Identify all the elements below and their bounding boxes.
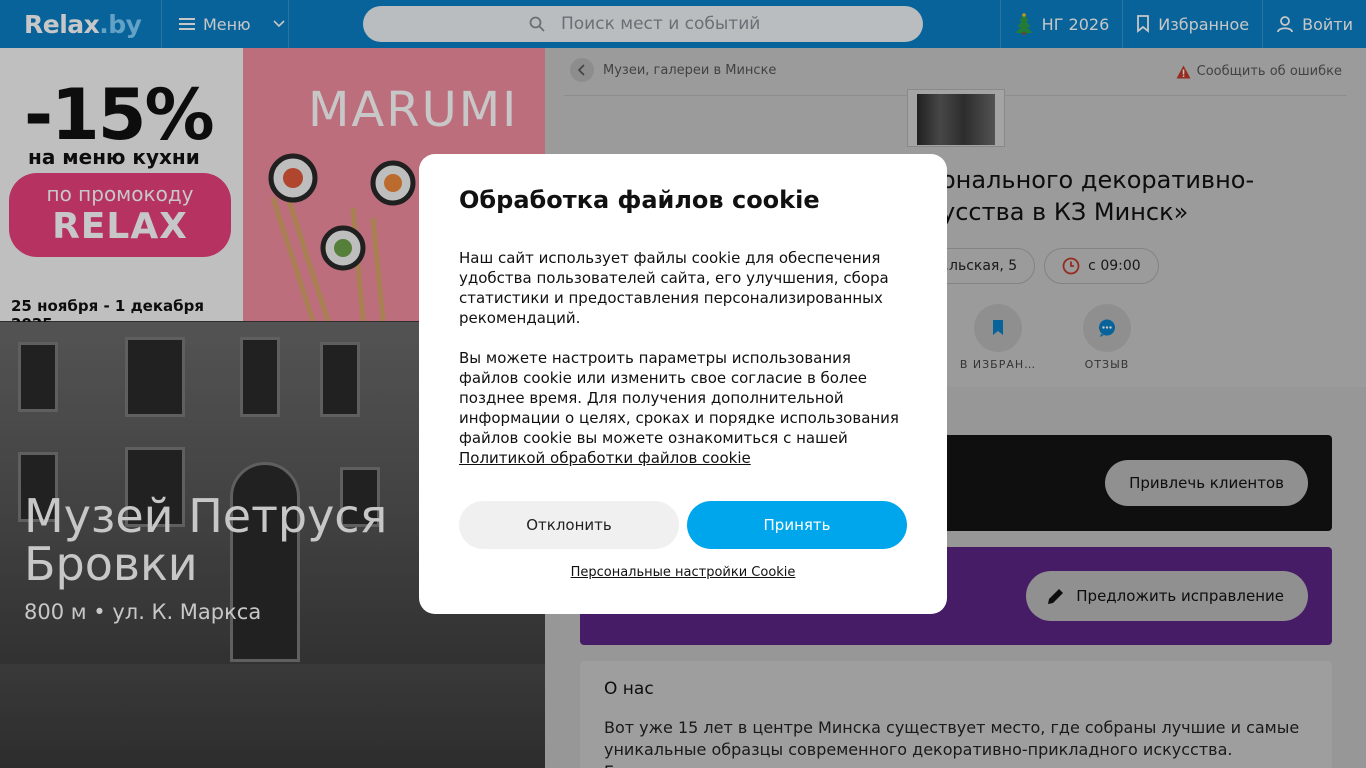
decline-button[interactable]: Отклонить <box>459 501 679 549</box>
cookie-title: Обработка файлов cookie <box>459 186 820 214</box>
accept-button[interactable]: Принять <box>687 501 907 549</box>
cookie-policy-link[interactable]: Политикой обработки файлов cookie <box>459 449 751 467</box>
cookie-settings-link[interactable]: Персональные настройки Cookie <box>459 565 907 580</box>
cookie-paragraph-2-text: Вы можете настроить параметры использова… <box>459 349 899 447</box>
cookie-modal: Обработка файлов cookie Наш сайт использ… <box>419 154 947 614</box>
cookie-paragraph-2: Вы можете настроить параметры использова… <box>459 348 907 468</box>
cookie-paragraph-1: Наш сайт использует файлы cookie для обе… <box>459 249 889 327</box>
